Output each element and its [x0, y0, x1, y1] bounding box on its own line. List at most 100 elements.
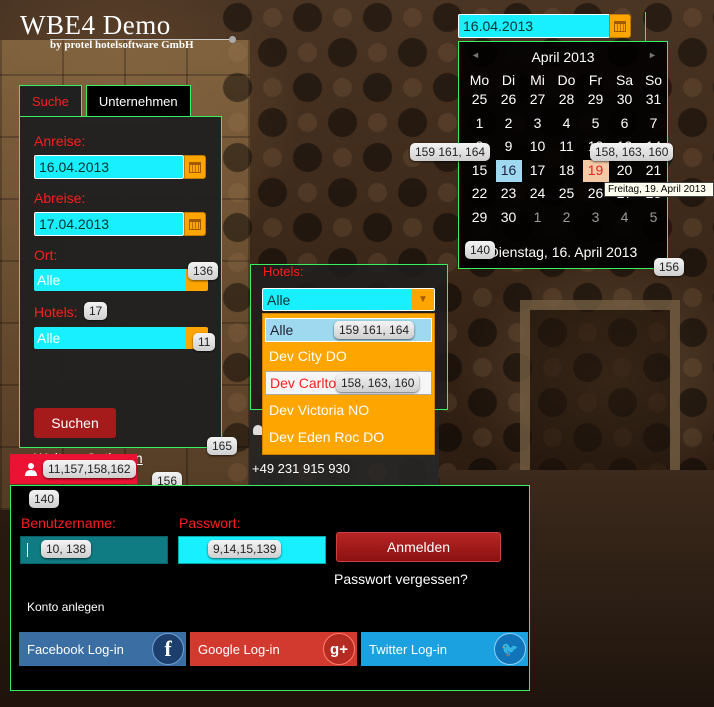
calendar-icon — [614, 20, 626, 32]
user-icon — [25, 463, 37, 476]
calendar-icon — [189, 218, 201, 230]
datepicker-day[interactable]: 16 — [494, 162, 523, 178]
datepicker-tooltip: Freitag, 19. April 2013 — [604, 182, 714, 197]
datepicker-input[interactable]: 16.04.2013 — [458, 14, 610, 38]
badge-panel: 165 — [207, 437, 238, 455]
weekday-header: Fr — [588, 72, 603, 88]
ort-select[interactable]: Alle — [34, 269, 186, 291]
badge-dp-today: 159 161, 164 — [410, 143, 491, 161]
datepicker-day[interactable]: 5 — [581, 115, 610, 131]
hotels-select[interactable]: Alle — [34, 327, 186, 349]
next-month-icon[interactable]: ► — [648, 50, 657, 60]
datepicker-day[interactable]: 23 — [494, 185, 523, 201]
weekday-header: Do — [557, 72, 576, 88]
login-button[interactable]: Anmelden — [336, 532, 501, 562]
search-tabs: Suche Unternehmen — [19, 85, 191, 117]
datepicker-day[interactable]: 30 — [494, 209, 523, 225]
logo-underline — [50, 39, 232, 40]
weekday-header: Di — [501, 72, 516, 88]
datepicker-day[interactable]: 25 — [552, 185, 581, 201]
hotels-label: Hotels: — [34, 304, 78, 320]
datepicker-day[interactable]: 2 — [494, 115, 523, 131]
twitter-login-label: Twitter Log-in — [369, 641, 448, 657]
datepicker-day[interactable]: 6 — [610, 115, 639, 131]
datepicker-day[interactable]: 3 — [581, 209, 610, 225]
logo-title: WBE4 Demo — [20, 10, 171, 40]
abreise-calendar-button[interactable] — [184, 212, 206, 236]
datepicker-day[interactable]: 4 — [552, 115, 581, 131]
datepicker-day[interactable]: 10 — [523, 138, 552, 154]
datepicker-day[interactable]: 29 — [581, 91, 610, 107]
datepicker-day[interactable]: 29 — [465, 209, 494, 225]
datepicker-day[interactable]: 15 — [465, 162, 494, 178]
datepicker-day[interactable]: 21 — [639, 162, 668, 178]
badge-hotels-select: 11 — [193, 333, 216, 351]
datepicker-day[interactable]: 18 — [552, 162, 581, 178]
badge-dp-selected: 158, 163, 160 — [590, 143, 674, 161]
hotel-option-eden-roc[interactable]: Dev Eden Roc DO — [269, 429, 429, 445]
badge-user-tab: 11,157,158,162 — [43, 460, 136, 478]
datepicker-day[interactable]: 4 — [610, 209, 639, 225]
facebook-login-label: Facebook Log-in — [27, 641, 124, 657]
datepicker-day[interactable]: 19 — [581, 162, 610, 178]
password-label: Passwort: — [179, 515, 241, 531]
twitter-login-button[interactable]: Twitter Log-in 🐦 — [361, 632, 528, 666]
datepicker-day[interactable]: 31 — [639, 91, 668, 107]
forgot-password-link[interactable]: Passwort vergessen? — [334, 571, 468, 587]
hotels-dropdown-select[interactable]: Alle ▼ — [262, 288, 435, 311]
weekday-header: Mo — [469, 72, 490, 88]
facebook-login-button[interactable]: Facebook Log-in f — [19, 632, 186, 666]
badge-ort: 136 — [188, 262, 219, 280]
google-login-button[interactable]: Google Log-in g+ — [190, 632, 357, 666]
datepicker-day[interactable]: 7 — [639, 115, 668, 131]
datepicker-day[interactable]: 3 — [523, 115, 552, 131]
datepicker-day[interactable]: 1 — [465, 115, 494, 131]
datepicker-calendar-button[interactable] — [609, 14, 631, 38]
badge-password-field: 9,14,15,139 — [208, 540, 282, 558]
weekday-header: So — [644, 72, 663, 88]
logo-subtitle: by protel hotelsoftware GmbH — [50, 39, 194, 51]
datepicker-day[interactable]: 22 — [465, 185, 494, 201]
search-form: Anreise: 16.04.2013 Abreise: 17.04.2013 … — [19, 116, 222, 466]
datepicker-day[interactable]: 27 — [523, 91, 552, 107]
facebook-icon: f — [152, 633, 184, 665]
anreise-calendar-button[interactable] — [184, 155, 206, 179]
create-account-link[interactable]: Konto anlegen — [27, 600, 104, 614]
datepicker-day[interactable]: 28 — [552, 91, 581, 107]
datepicker-day[interactable]: 1 — [523, 209, 552, 225]
search-button[interactable]: Suchen — [34, 408, 116, 438]
weekday-header: Mi — [530, 72, 545, 88]
datepicker-day[interactable]: 26 — [494, 91, 523, 107]
abreise-input[interactable]: 17.04.2013 — [34, 212, 184, 236]
search-panel: Suche Unternehmen Anreise: 16.04.2013 Ab… — [19, 85, 222, 466]
datepicker-day[interactable]: 5 — [639, 209, 668, 225]
calendar-icon — [189, 161, 201, 173]
datepicker-day[interactable]: 30 — [610, 91, 639, 107]
badge-username-field: 10, 138 — [41, 540, 92, 558]
hotel-option-city[interactable]: Dev City DO — [269, 348, 429, 364]
datepicker-day[interactable]: 24 — [523, 185, 552, 201]
badge-login-corner: 140 — [29, 490, 60, 508]
ort-label: Ort: — [34, 247, 58, 263]
badge-option-alle: 159 161, 164 — [334, 321, 415, 339]
datepicker-day[interactable]: 11 — [552, 138, 581, 154]
google-plus-icon: g+ — [323, 633, 355, 665]
tab-suche[interactable]: Suche — [19, 85, 82, 117]
anreise-input[interactable]: 16.04.2013 — [34, 155, 184, 179]
badge-dp-corner: 156 — [654, 258, 685, 276]
abreise-label: Abreise: — [34, 190, 86, 206]
tab-unternehmen[interactable]: Unternehmen — [85, 85, 191, 117]
datepicker-day[interactable]: 25 — [465, 91, 494, 107]
hotels-dropdown-value: Alle — [267, 292, 291, 308]
badge-option-carlton: 158, 163, 160 — [336, 374, 420, 392]
logo-dot — [229, 36, 236, 43]
datepicker-day[interactable]: 2 — [552, 209, 581, 225]
chevron-down-icon[interactable]: ▼ — [412, 289, 434, 310]
datepicker-day[interactable]: 9 — [494, 138, 523, 154]
hotel-option-victoria[interactable]: Dev Victoria NO — [269, 402, 429, 418]
datepicker-month-title: April 2013 — [531, 49, 595, 65]
twitter-bird-icon: 🐦 — [494, 633, 526, 665]
datepicker-day[interactable]: 20 — [610, 162, 639, 178]
anreise-label: Anreise: — [34, 133, 86, 149]
datepicker-day[interactable]: 17 — [523, 162, 552, 178]
